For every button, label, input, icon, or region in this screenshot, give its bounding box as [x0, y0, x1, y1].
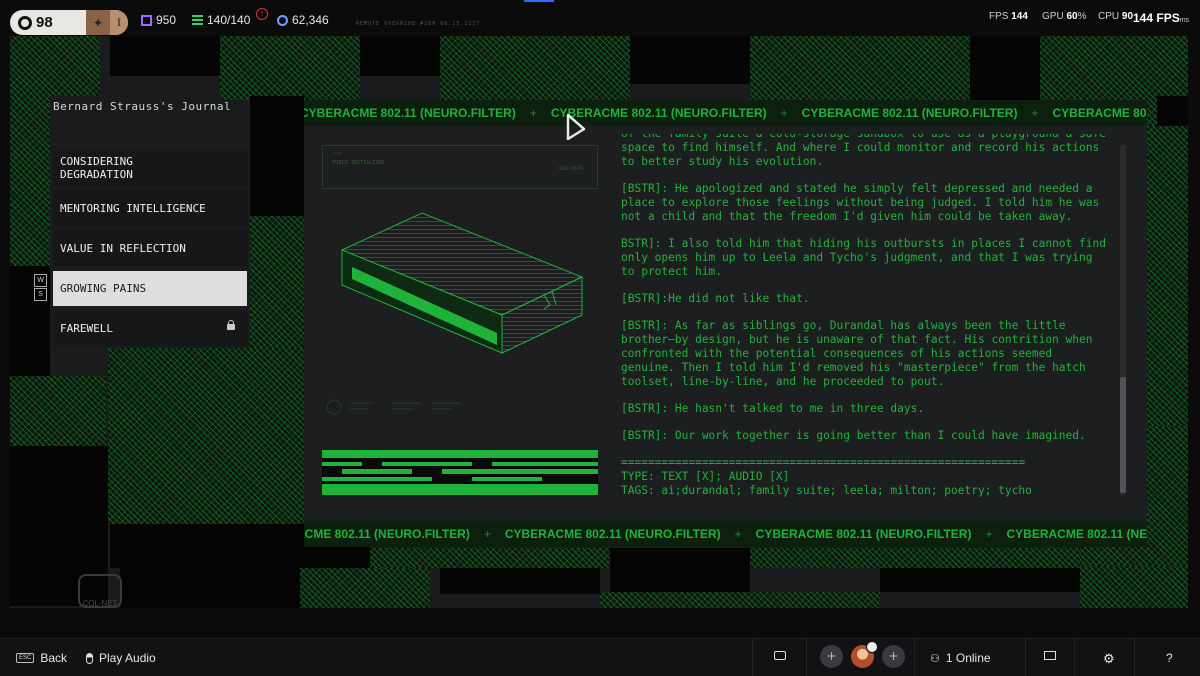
fps-readout: FPS 144	[989, 11, 1028, 22]
ticker-text: CYBERACME 802.11 (NEURO.FILTER)	[755, 527, 972, 541]
audio-waveform-glitch	[322, 450, 598, 495]
add-party-slot-right-button[interactable]: +	[882, 645, 905, 668]
level-ring-icon	[18, 15, 32, 30]
journal-entry-considering-degradation[interactable]: CONSIDERING DEGRADATION	[53, 150, 247, 186]
remote-override-text: REMOTE OVERRIDE #280 08.25.2137	[356, 21, 481, 27]
mail-button[interactable]	[1044, 651, 1056, 660]
journal-entry-farewell[interactable]: FAREWELL	[53, 311, 247, 346]
gear-icon: ⚙	[1103, 651, 1115, 666]
key-hint-s: S	[34, 288, 47, 301]
entry-paragraph: [BSTR]: He apologized and stated he simp…	[621, 182, 1100, 223]
entry-tags-line: TAGS: ai;durandal; family suite; leela; …	[621, 484, 1032, 497]
play-audio-button[interactable]: Play Audio	[86, 651, 156, 665]
entry-paragraph: BSTR]: I also told him that hiding his o…	[621, 237, 1106, 278]
journal-entry-label: MENTORING INTELLIGENCE	[60, 202, 206, 215]
people-icon: ⚇	[930, 652, 940, 665]
ticker-bottom: CYBERACME 802.11 (NEURO.FILTER) + CYBERACM…	[304, 521, 1147, 547]
journal-entry-list: CONSIDERING DEGRADATION MENTORING INTELL…	[53, 150, 247, 351]
gpu-readout: GPU 60%	[1042, 11, 1087, 22]
ticker-separator: +	[985, 527, 993, 541]
chat-icon	[774, 651, 786, 660]
purple-square-icon	[141, 14, 152, 26]
play-audio-label: Play Audio	[99, 651, 156, 665]
ticker-text: CYBERACME 802.11 (NEURO.FILTER)	[1052, 106, 1147, 120]
journal-entry-growing-pains[interactable]: GROWING PAINS	[53, 271, 247, 306]
journal-entry-panel: CYBERACME 802.11 (NEURO.FILTER) + CYBERACM…	[304, 100, 1147, 547]
col-net-logo: COL-NET	[78, 574, 122, 608]
lock-icon	[227, 319, 235, 330]
entry-scrollbar[interactable]	[1120, 145, 1126, 495]
top-hud: 98 ✦ I 950 140/140 ! 62,346 REMOTE OVERR…	[0, 0, 1200, 38]
cpu-readout: CPU 90	[1098, 11, 1134, 22]
ticker-top: CYBERACME 802.11 (NEURO.FILTER) + CYBERACM…	[304, 100, 1147, 126]
ticker-text: CYBERACME 802.11 (NEURO.FILTER)	[504, 527, 721, 541]
mouse-cursor-icon	[566, 113, 586, 141]
entry-paragraph: [BSTR]:He did not like that.	[621, 292, 810, 305]
help-icon: ?	[1166, 651, 1173, 665]
journal-entry-mentoring-intelligence[interactable]: MENTORING INTELLIGENCE	[53, 191, 247, 226]
online-count-label: 1 Online	[945, 651, 991, 665]
back-button[interactable]: ESC Back	[16, 651, 67, 665]
entry-media-preview: *** FIELD INITIALIZED CAS-017A	[322, 145, 598, 435]
stat-currency: 62,346	[277, 13, 329, 27]
player-level-pill[interactable]: 98 ✦ I	[10, 10, 128, 35]
entry-divider: ========================================…	[621, 456, 1026, 469]
rank-emblem-icon: ✦	[86, 10, 110, 35]
ticker-text: CYBERACME 802.11 (NEURO.FILTER)	[1006, 527, 1147, 541]
level-value: 98	[36, 14, 53, 31]
journal-entry-label: CONSIDERING DEGRADATION	[60, 155, 133, 181]
entry-paragraph: of the family suite a cold-storage sandb…	[621, 134, 1106, 168]
ticker-separator: +	[1031, 106, 1039, 120]
ticker-text: CYBERACME 802.11 (NEURO.FILTER)	[304, 527, 470, 541]
esc-key-icon: ESC	[16, 653, 35, 663]
journal-entry-label: VALUE IN REFLECTION	[60, 242, 186, 255]
entry-paragraph: [BSTR]: As far as siblings go, Durandal …	[621, 319, 1093, 388]
ticker-separator: +	[529, 106, 537, 120]
top-accent-line	[524, 0, 554, 2]
ticker-separator: +	[780, 106, 788, 120]
stat-purple: 950	[141, 13, 176, 27]
journal-entry-label: FAREWELL	[60, 322, 113, 335]
journal-entry-label: GROWING PAINS	[60, 282, 147, 295]
mouse-left-click-icon	[86, 652, 93, 664]
journal-entry-text: of the family suite a cold-storage sandb…	[621, 134, 1106, 520]
entry-paragraph: [BSTR]: Our work together is going bette…	[621, 429, 1086, 442]
plus-icon: +	[888, 649, 899, 663]
back-label: Back	[40, 651, 68, 665]
journal-title: Bernard Strauss's Journal	[53, 100, 232, 113]
ticker-text: CYBERACME 802.11 (NEURO.FILTER)	[801, 106, 1018, 120]
entry-type-line: TYPE: TEXT [X]; AUDIO [X]	[621, 470, 790, 483]
stat-health: 140/140	[192, 13, 250, 27]
settings-button[interactable]: ⚙	[1103, 651, 1115, 667]
health-bars-icon	[192, 14, 203, 26]
chat-button[interactable]	[774, 651, 786, 660]
hologram-device-image	[326, 212, 584, 415]
stat-purple-value: 950	[156, 13, 177, 27]
level-display: 98	[10, 10, 86, 35]
key-hint-w: W	[34, 274, 47, 287]
rank-badge: ✦ I	[86, 10, 128, 35]
rank-numeral: I	[117, 15, 121, 29]
stat-health-value: 140/140	[207, 13, 251, 27]
ticker-separator: +	[483, 527, 491, 541]
bottom-action-bar: ESC Back Play Audio ⚇ 1 Online ⚙ ?	[0, 638, 1200, 676]
fps-overlay-readout: 144 FPSms	[1133, 11, 1190, 25]
plus-icon: +	[826, 649, 837, 663]
ticker-text: CYBERACME 802.11 (NEURO.FILTER)	[304, 106, 516, 120]
microphone-badge-icon	[866, 641, 878, 653]
entry-paragraph: [BSTR]: He hasn't talked to me in three …	[621, 402, 925, 415]
stat-currency-value: 62,346	[292, 13, 329, 27]
add-party-slot-left-button[interactable]: +	[820, 645, 843, 668]
ticker-separator: +	[734, 527, 742, 541]
currency-icon	[277, 14, 288, 26]
scrollbar-thumb[interactable]	[1120, 377, 1126, 493]
mail-icon	[1044, 651, 1056, 660]
journal-entry-value-in-reflection[interactable]: VALUE IN REFLECTION	[53, 231, 247, 266]
online-friends-button[interactable]: ⚇ 1 Online	[930, 651, 991, 665]
help-button[interactable]: ?	[1166, 651, 1173, 665]
alert-icon: !	[256, 8, 268, 20]
